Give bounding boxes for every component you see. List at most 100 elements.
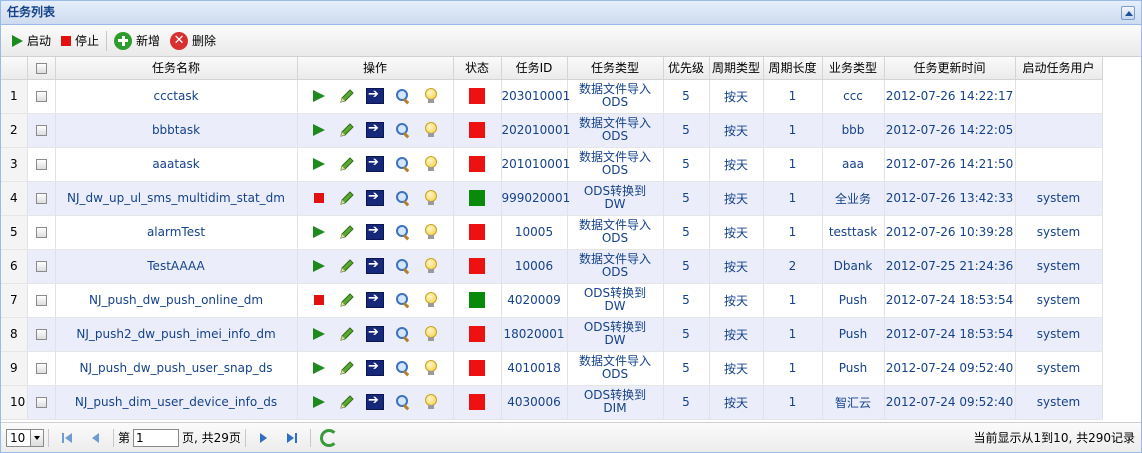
edit-task-button[interactable] — [333, 290, 361, 310]
stop-task-button[interactable] — [305, 290, 333, 310]
view-task-button[interactable] — [389, 86, 417, 106]
run-task-button[interactable] — [361, 222, 389, 242]
edit-task-button[interactable] — [333, 154, 361, 174]
header-select-all[interactable] — [27, 57, 56, 80]
task-info-button[interactable] — [417, 188, 445, 208]
table-row[interactable]: 1ccctask203010001数据文件导入ODS5按天1ccc2012-07… — [1, 79, 1103, 114]
row-select-cell[interactable] — [27, 79, 56, 114]
table-row[interactable]: 9NJ_push_dw_push_user_snap_ds4010018数据文件… — [1, 351, 1103, 386]
row-checkbox[interactable] — [35, 125, 47, 136]
task-info-button[interactable] — [417, 154, 445, 174]
row-select-cell[interactable] — [27, 113, 56, 148]
stop-task-button[interactable] — [305, 188, 333, 208]
select-all-checkbox[interactable] — [35, 62, 47, 74]
edit-task-button[interactable] — [333, 222, 361, 242]
run-task-button[interactable] — [361, 324, 389, 344]
run-task-button[interactable] — [361, 290, 389, 310]
view-task-button[interactable] — [389, 290, 417, 310]
run-task-button[interactable] — [361, 392, 389, 412]
edit-task-button[interactable] — [333, 324, 361, 344]
row-select-cell[interactable] — [27, 215, 56, 250]
header-start-user[interactable]: 启动任务用户 — [1015, 57, 1103, 80]
view-task-button[interactable] — [389, 358, 417, 378]
stop-button[interactable]: 停止 — [56, 29, 104, 53]
run-task-button[interactable] — [361, 188, 389, 208]
header-priority[interactable]: 优先级 — [663, 57, 710, 80]
header-task-type[interactable]: 任务类型 — [567, 57, 664, 80]
view-task-button[interactable] — [389, 324, 417, 344]
header-cycle-length[interactable]: 周期长度 — [763, 57, 823, 80]
run-task-button[interactable] — [361, 256, 389, 276]
header-status[interactable]: 状态 — [453, 57, 502, 80]
header-business-type[interactable]: 业务类型 — [822, 57, 885, 80]
task-info-button[interactable] — [417, 222, 445, 242]
start-task-button[interactable] — [305, 324, 333, 344]
edit-task-button[interactable] — [333, 120, 361, 140]
run-task-button[interactable] — [361, 120, 389, 140]
run-task-button[interactable] — [361, 86, 389, 106]
start-task-button[interactable] — [305, 358, 333, 378]
row-select-cell[interactable] — [27, 283, 56, 318]
task-info-button[interactable] — [417, 120, 445, 140]
task-info-button[interactable] — [417, 392, 445, 412]
edit-task-button[interactable] — [333, 86, 361, 106]
table-row[interactable]: 2bbbtask202010001数据文件导入ODS5按天1bbb2012-07… — [1, 113, 1103, 148]
task-info-button[interactable] — [417, 290, 445, 310]
table-row[interactable]: 7NJ_push_dw_push_online_dm4020009ODS转换到D… — [1, 283, 1103, 318]
header-update-time[interactable]: 任务更新时间 — [884, 57, 1016, 80]
header-cycle-type[interactable]: 周期类型 — [709, 57, 764, 80]
task-info-button[interactable] — [417, 86, 445, 106]
table-row[interactable]: 3aaatask201010001数据文件导入ODS5按天1aaa2012-07… — [1, 147, 1103, 182]
row-checkbox[interactable] — [35, 397, 47, 408]
row-checkbox[interactable] — [35, 295, 47, 306]
task-info-button[interactable] — [417, 358, 445, 378]
row-checkbox[interactable] — [35, 261, 47, 272]
page-size-select[interactable]: 10 — [6, 428, 44, 447]
row-checkbox[interactable] — [35, 363, 47, 374]
next-page-button[interactable] — [253, 427, 275, 449]
run-task-button[interactable] — [361, 358, 389, 378]
row-select-cell[interactable] — [27, 249, 56, 284]
start-task-button[interactable] — [305, 392, 333, 412]
start-task-button[interactable] — [305, 86, 333, 106]
row-checkbox[interactable] — [35, 91, 47, 102]
chevron-down-icon[interactable] — [30, 429, 43, 446]
edit-task-button[interactable] — [333, 392, 361, 412]
view-task-button[interactable] — [389, 188, 417, 208]
row-select-cell[interactable] — [27, 351, 56, 386]
collapse-icon[interactable] — [1121, 6, 1135, 20]
edit-task-button[interactable] — [333, 358, 361, 378]
task-info-button[interactable] — [417, 256, 445, 276]
row-checkbox[interactable] — [35, 159, 47, 170]
edit-task-button[interactable] — [333, 188, 361, 208]
start-task-button[interactable] — [305, 222, 333, 242]
table-row[interactable]: 4 NJ_dw_up_ul_sms_multidim_stat_dm 9990200… — [1, 181, 1103, 216]
start-button[interactable]: 启动 — [7, 29, 56, 53]
table-row[interactable]: 5alarmTest10005数据文件导入ODS5按天1testtask2012… — [1, 215, 1103, 250]
row-select-cell[interactable] — [27, 317, 56, 352]
view-task-button[interactable] — [389, 154, 417, 174]
prev-page-button[interactable] — [84, 427, 106, 449]
start-task-button[interactable] — [305, 120, 333, 140]
start-task-button[interactable] — [305, 256, 333, 276]
task-info-button[interactable] — [417, 324, 445, 344]
row-checkbox[interactable] — [35, 193, 47, 204]
delete-button[interactable]: ✕ 删除 — [165, 29, 221, 53]
start-task-button[interactable] — [305, 154, 333, 174]
view-task-button[interactable] — [389, 222, 417, 242]
view-task-button[interactable] — [389, 120, 417, 140]
view-task-button[interactable] — [389, 392, 417, 412]
run-task-button[interactable] — [361, 154, 389, 174]
row-select-cell[interactable] — [27, 385, 56, 420]
row-checkbox[interactable] — [35, 227, 47, 238]
table-row[interactable]: 6TestAAAA10006数据文件导入ODS5按天2Dbank2012-07-… — [1, 249, 1103, 284]
header-task-id[interactable]: 任务ID — [501, 57, 568, 80]
header-task-name[interactable]: 任务名称 — [55, 57, 298, 80]
add-button[interactable]: 新增 — [109, 29, 165, 53]
refresh-button[interactable] — [318, 427, 340, 449]
table-row[interactable]: 8NJ_push2_dw_push_imei_info_dm18020001OD… — [1, 317, 1103, 352]
view-task-button[interactable] — [389, 256, 417, 276]
edit-task-button[interactable] — [333, 256, 361, 276]
row-select-cell[interactable] — [27, 181, 56, 216]
last-page-button[interactable] — [281, 427, 303, 449]
